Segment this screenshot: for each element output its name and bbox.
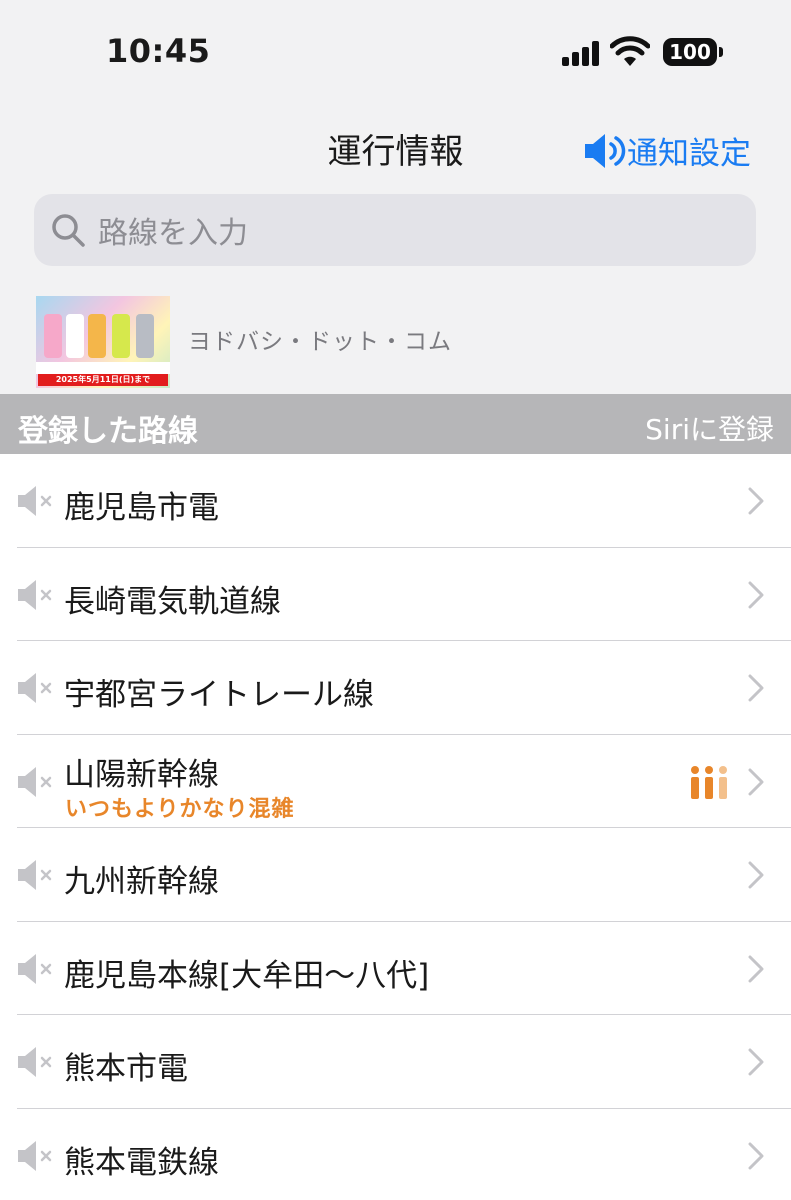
chevron-right-icon (748, 955, 764, 982)
route-name: 山陽新幹線 (64, 756, 219, 793)
speaker-icon (585, 133, 626, 168)
route-name: 熊本電鉄線 (64, 1144, 219, 1181)
search-placeholder: 路線を入力 (98, 216, 248, 251)
advertisement-source: ヨドバシ・ドット・コム (188, 329, 452, 355)
cellular-signal-icon (562, 40, 602, 66)
notification-settings-label: 通知設定 (627, 136, 751, 172)
muted-speaker-icon[interactable] (17, 1046, 57, 1078)
route-name: 鹿児島本線[大牟田〜八代] (64, 957, 430, 994)
muted-speaker-icon[interactable] (17, 859, 57, 891)
muted-speaker-icon[interactable] (17, 485, 57, 517)
muted-speaker-icon[interactable] (17, 1140, 57, 1172)
chevron-right-icon (748, 487, 764, 515)
registered-routes-header: 登録した路線 Siriに登録 (0, 394, 791, 454)
battery-icon: 100 (663, 38, 723, 66)
route-name: 鹿児島市電 (64, 490, 219, 526)
section-title: 登録した路線 (18, 414, 198, 449)
header: 10:45 100 運行情報 通知設定 路線を入力 (0, 0, 791, 296)
chevron-right-icon (748, 674, 764, 702)
notification-settings-button[interactable]: 通知設定 (583, 128, 751, 173)
advertisement-image: 2025年5月11日(日)まで (36, 296, 170, 388)
chevron-right-icon (748, 1142, 764, 1169)
route-row[interactable]: 鹿児島本線[大牟田〜八代] (17, 922, 791, 1015)
congestion-status: いつもよりかなり混雑 (65, 796, 295, 822)
chevron-right-icon (748, 861, 764, 889)
muted-speaker-icon[interactable] (17, 579, 57, 611)
chevron-right-icon (748, 581, 764, 608)
add-to-siri-button[interactable]: Siriに登録 (645, 408, 774, 448)
route-name: 長崎電気軌道線 (64, 583, 281, 620)
muted-speaker-icon[interactable] (17, 766, 57, 798)
route-name: 宇都宮ライトレール線 (64, 677, 374, 713)
route-row[interactable]: 宇都宮ライトレール線 (17, 641, 791, 735)
route-name: 熊本市電 (64, 1051, 188, 1087)
route-row[interactable]: 熊本市電 (17, 1015, 791, 1109)
route-name: 九州新幹線 (64, 864, 219, 900)
search-icon (52, 214, 85, 247)
route-list: 鹿児島市電長崎電気軌道線宇都宮ライトレール線 山陽新幹線いつもよりかなり混雑九州新… (0, 454, 791, 1200)
route-row[interactable]: 山陽新幹線いつもよりかなり混雑 (17, 735, 791, 828)
route-row[interactable]: 鹿児島市電 (17, 454, 791, 548)
status-time: 10:45 (106, 32, 211, 70)
advertisement-caption (36, 362, 170, 374)
muted-speaker-icon[interactable] (17, 953, 57, 985)
route-row[interactable]: 九州新幹線 (17, 828, 791, 922)
route-row[interactable]: 長崎電気軌道線 (17, 548, 791, 641)
search-field[interactable]: 路線を入力 (34, 194, 756, 266)
advertisement-date: 2025年5月11日(日)まで (38, 374, 168, 386)
muted-speaker-icon[interactable] (17, 672, 57, 704)
route-row[interactable]: 熊本電鉄線 (17, 1109, 791, 1200)
chevron-right-icon (748, 768, 764, 795)
crowd-level-icon (691, 765, 727, 799)
chevron-right-icon (748, 1048, 764, 1076)
wifi-icon (610, 36, 650, 66)
